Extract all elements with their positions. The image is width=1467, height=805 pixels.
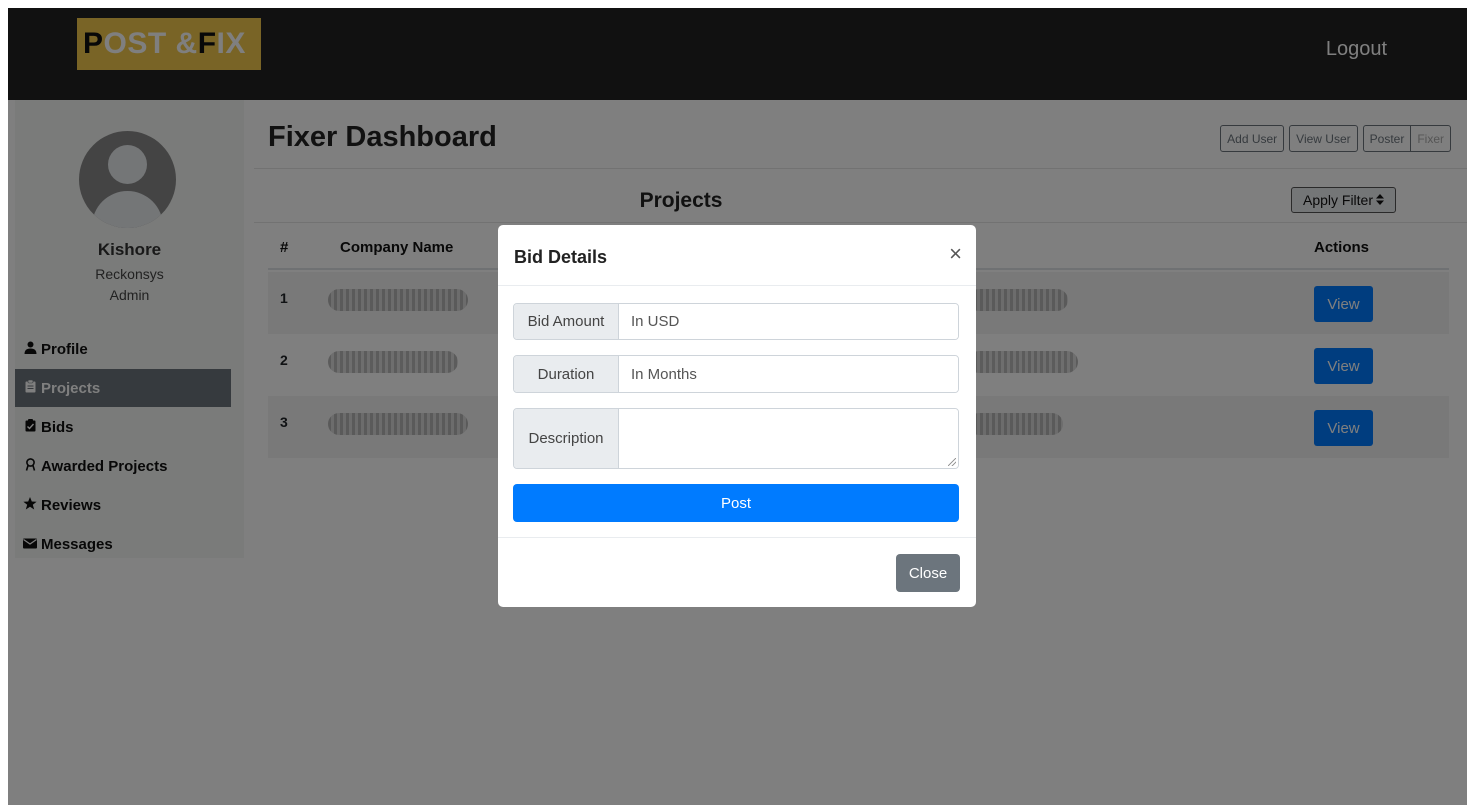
app-frame: P OST & F IX Logout Kishore Reckonsys Ad…: [8, 8, 1467, 805]
close-button[interactable]: Close: [896, 554, 960, 592]
modal-header: Bid Details ×: [498, 225, 976, 286]
duration-input[interactable]: [619, 356, 958, 392]
post-button[interactable]: Post: [513, 484, 959, 522]
bid-amount-label: Bid Amount: [514, 304, 619, 339]
bid-amount-group: Bid Amount: [513, 303, 959, 340]
close-icon[interactable]: ×: [949, 243, 962, 265]
description-label: Description: [514, 409, 619, 468]
description-textarea[interactable]: [619, 409, 958, 468]
description-group: Description: [513, 408, 959, 469]
duration-group: Duration: [513, 355, 959, 393]
bid-details-modal: Bid Details × Bid Amount Duration Descri…: [498, 225, 976, 607]
modal-title: Bid Details: [514, 247, 608, 267]
modal-footer: Close: [498, 537, 976, 607]
bid-amount-input[interactable]: [619, 304, 958, 339]
resize-handle-icon[interactable]: [948, 458, 956, 466]
duration-label: Duration: [514, 356, 619, 392]
